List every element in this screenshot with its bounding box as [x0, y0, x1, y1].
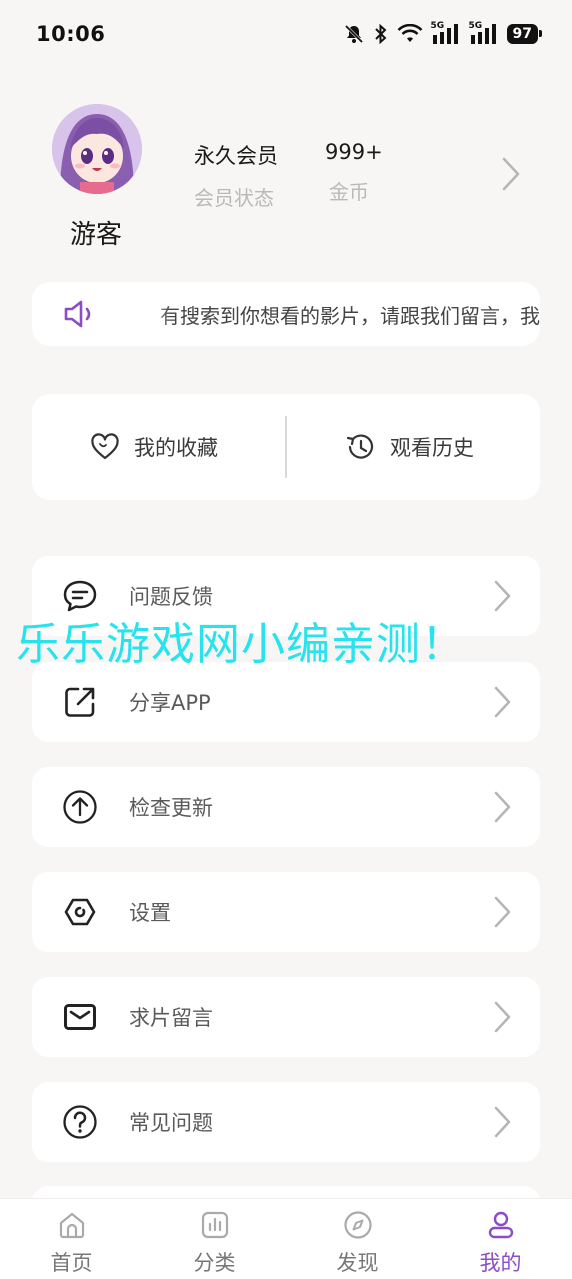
coins-stat: 999+ 金币 [325, 140, 383, 205]
quick-actions-card: 我的收藏 观看历史 [32, 394, 540, 500]
profile-header[interactable]: 游客 永久会员 会员状态 999+ 金币 [0, 100, 572, 260]
menu-label: 分享APP [129, 691, 211, 715]
mail-icon [64, 1004, 96, 1030]
chevron-right-icon[interactable] [500, 156, 522, 192]
tab-label: 发现 [336, 1251, 379, 1275]
home-icon [59, 1212, 84, 1239]
quick-divider [285, 416, 287, 478]
heart-icon [91, 433, 119, 460]
status-icons: 5G 5G 97 [343, 21, 543, 45]
chevron-right-icon [494, 791, 511, 823]
chart-icon [201, 1211, 228, 1239]
notice-fade [130, 282, 170, 346]
menu-item-check-update[interactable]: 检查更新 [32, 767, 540, 847]
signal-icon [432, 24, 458, 44]
menu-label: 问题反馈 [129, 585, 213, 609]
compass-icon [343, 1211, 372, 1239]
menu-item-request[interactable]: 求片留言 [32, 977, 540, 1057]
avatar[interactable] [52, 104, 142, 194]
favorites-button[interactable]: 我的收藏 [90, 394, 218, 500]
help-icon [63, 1105, 97, 1139]
coins-value: 999+ [325, 140, 383, 164]
menu-label: 常见问题 [129, 1111, 213, 1135]
coins-label: 金币 [329, 180, 369, 204]
status-time: 10:06 [36, 22, 106, 46]
bottom-tab-bar: 首页 分类 发现 我的 [0, 1198, 572, 1279]
history-icon [346, 434, 374, 459]
battery-indicator: 97 [506, 24, 543, 44]
username: 游客 [70, 220, 123, 250]
menu-label: 检查更新 [129, 796, 213, 820]
anime-avatar-image [52, 104, 142, 194]
vip-status-value: 永久会员 [194, 144, 278, 168]
chevron-right-icon [494, 896, 511, 928]
upload-icon [63, 790, 97, 824]
history-button[interactable]: 观看历史 [344, 394, 474, 500]
history-label: 观看历史 [390, 436, 474, 460]
favorites-label: 我的收藏 [134, 436, 218, 460]
tab-label: 分类 [193, 1251, 236, 1275]
chevron-right-icon [494, 1106, 511, 1138]
menu-label: 设置 [129, 901, 171, 925]
share-icon [65, 687, 95, 717]
chevron-right-icon [494, 580, 511, 612]
signal-2: 5G [469, 21, 499, 45]
user-icon [488, 1211, 513, 1239]
notice-bar[interactable]: 有搜索到你想看的影片，请跟我们留言，我 [32, 282, 540, 346]
settings-icon [64, 898, 96, 926]
status-bar: 10:06 5G 5G 97 [0, 0, 572, 68]
signal-1: 5G [431, 21, 461, 45]
tab-category[interactable]: 分类 [143, 1199, 286, 1277]
mute-bell-icon [344, 24, 363, 44]
wifi-icon [397, 24, 422, 42]
notice-text: 有搜索到你想看的影片，请跟我们留言，我 [160, 303, 540, 328]
bluetooth-icon [374, 23, 386, 45]
menu-item-share[interactable]: 分享APP [32, 662, 540, 742]
notice-text-container: 有搜索到你想看的影片，请跟我们留言，我 [130, 282, 540, 346]
vip-status-label: 会员状态 [194, 186, 274, 210]
tab-discover[interactable]: 发现 [286, 1199, 429, 1277]
speaker-icon [64, 300, 91, 328]
tab-mine[interactable]: 我的 [429, 1199, 572, 1277]
tab-label: 我的 [479, 1251, 522, 1275]
menu-label: 求片留言 [129, 1006, 213, 1030]
chevron-right-icon [494, 1001, 511, 1033]
menu-item-faq[interactable]: 常见问题 [32, 1082, 540, 1162]
vip-status-stat: 永久会员 会员状态 [194, 140, 278, 211]
watermark-text: 乐乐游戏网小编亲测！ [16, 619, 466, 670]
chevron-right-icon [494, 686, 511, 718]
menu-item-settings[interactable]: 设置 [32, 872, 540, 952]
signal-icon [470, 24, 496, 44]
tab-label: 首页 [50, 1251, 93, 1275]
tab-home[interactable]: 首页 [0, 1199, 143, 1277]
